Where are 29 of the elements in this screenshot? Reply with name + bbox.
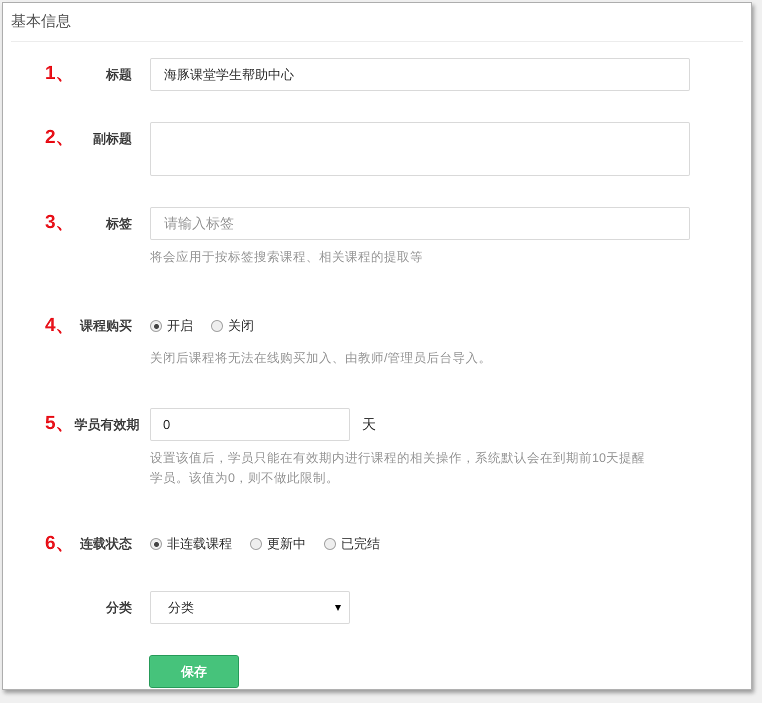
unit-label: 天	[362, 415, 376, 434]
help-text: 将会应用于按标签搜索课程、相关课程的提取等	[150, 249, 424, 266]
radio-option[interactable]: 关闭	[211, 316, 254, 336]
input-field[interactable]: 请输入标签	[150, 207, 690, 240]
caret-icon	[335, 604, 341, 610]
step-number: 3、	[45, 211, 75, 236]
radio-option[interactable]: 已完结	[324, 534, 380, 554]
radio-option[interactable]: 非连载课程	[150, 534, 232, 554]
input-field[interactable]: 0	[150, 408, 350, 441]
field-label: 连载状态	[80, 535, 132, 554]
category-select[interactable]: 分类	[150, 591, 350, 624]
help-text: 设置该值后，学员只能在有效期内进行课程的相关操作，系统默认会在到期前10天提醒 学员。该值为0，则不做此限制。	[150, 450, 646, 487]
field-label: 副标题	[93, 130, 132, 148]
field-label: 标题	[106, 66, 132, 84]
help-text: 关闭后课程将无法在线购买加入、由教师/管理员后台导入。	[150, 350, 492, 367]
field-label: 学员有效期	[74, 416, 140, 434]
field-label: 标签	[106, 214, 132, 233]
step-number: 5、	[45, 412, 75, 436]
step-number: 4、	[45, 314, 75, 338]
step-number: 1、	[45, 62, 75, 86]
radio-option[interactable]: 更新中	[250, 534, 306, 554]
field-label: 课程购买	[80, 317, 132, 336]
field-label: 分类	[106, 598, 132, 617]
radio-option[interactable]: 开启	[150, 316, 193, 336]
step-number: 2、	[45, 126, 75, 150]
panel-title: 基本信息	[11, 12, 71, 32]
text-area[interactable]	[150, 122, 690, 176]
step-number: 6、	[45, 532, 75, 556]
input-field[interactable]: 海豚课堂学生帮助中心	[150, 58, 690, 91]
